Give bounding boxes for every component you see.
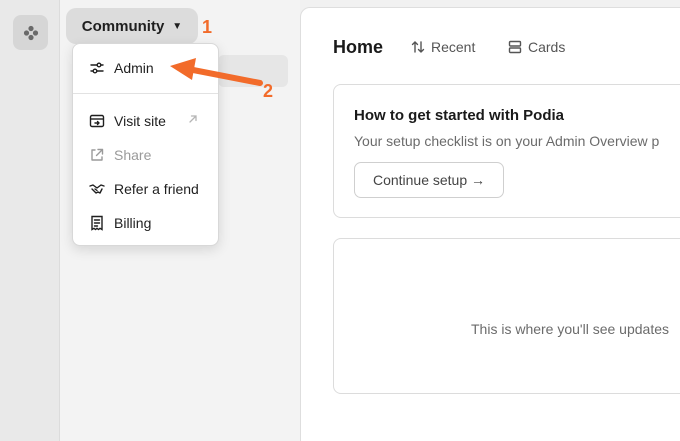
- updates-empty-text: This is where you'll see updates: [471, 321, 669, 337]
- menu-item-share: Share: [73, 140, 218, 170]
- annotation-step-2: 2: [263, 81, 274, 101]
- menu-item-label: Visit site: [114, 113, 166, 129]
- browser-icon: [89, 113, 105, 129]
- handshake-icon: [89, 181, 105, 197]
- community-logo-icon: [23, 25, 38, 40]
- app-rail: [0, 0, 60, 441]
- menu-item-label: Admin: [114, 60, 154, 76]
- share-icon: [89, 147, 105, 163]
- sort-icon: [411, 41, 425, 53]
- menu-item-label: Refer a friend: [114, 181, 199, 197]
- tab-label: Cards: [528, 39, 566, 55]
- menu-item-label: Billing: [114, 215, 152, 231]
- cards-icon: [508, 40, 522, 54]
- external-link-icon: [187, 112, 199, 128]
- caret-down-icon: ▼: [172, 20, 183, 32]
- workspace-switcher-button[interactable]: Community ▼: [66, 8, 198, 44]
- receipt-icon: [89, 215, 105, 231]
- menu-item-billing[interactable]: Billing: [73, 208, 218, 238]
- workspace-label: Community: [81, 17, 165, 35]
- continue-setup-button[interactable]: Continue setup →: [354, 162, 504, 198]
- setup-card: How to get started with Podia Your setup…: [333, 84, 680, 218]
- setup-card-text: Your setup checklist is on your Admin Ov…: [354, 133, 660, 149]
- sliders-icon: [89, 60, 105, 76]
- page-title: Home: [333, 37, 384, 57]
- tab-cards[interactable]: Cards: [508, 36, 565, 58]
- community-logo-button[interactable]: [13, 15, 48, 50]
- tab-recent[interactable]: Recent: [411, 36, 475, 58]
- menu-item-label: Share: [114, 147, 152, 163]
- menu-item-refer-a-friend[interactable]: Refer a friend: [73, 174, 218, 204]
- tab-label: Recent: [431, 39, 476, 55]
- main-panel: Home Recent Cards How to get started wit…: [300, 7, 680, 441]
- annotation-step-1: 1: [202, 17, 213, 37]
- updates-card: This is where you'll see updates: [333, 238, 680, 394]
- menu-item-visit-site[interactable]: Visit site: [73, 106, 218, 136]
- setup-card-title: How to get started with Podia: [354, 107, 565, 124]
- annotation-arrow: [170, 58, 263, 86]
